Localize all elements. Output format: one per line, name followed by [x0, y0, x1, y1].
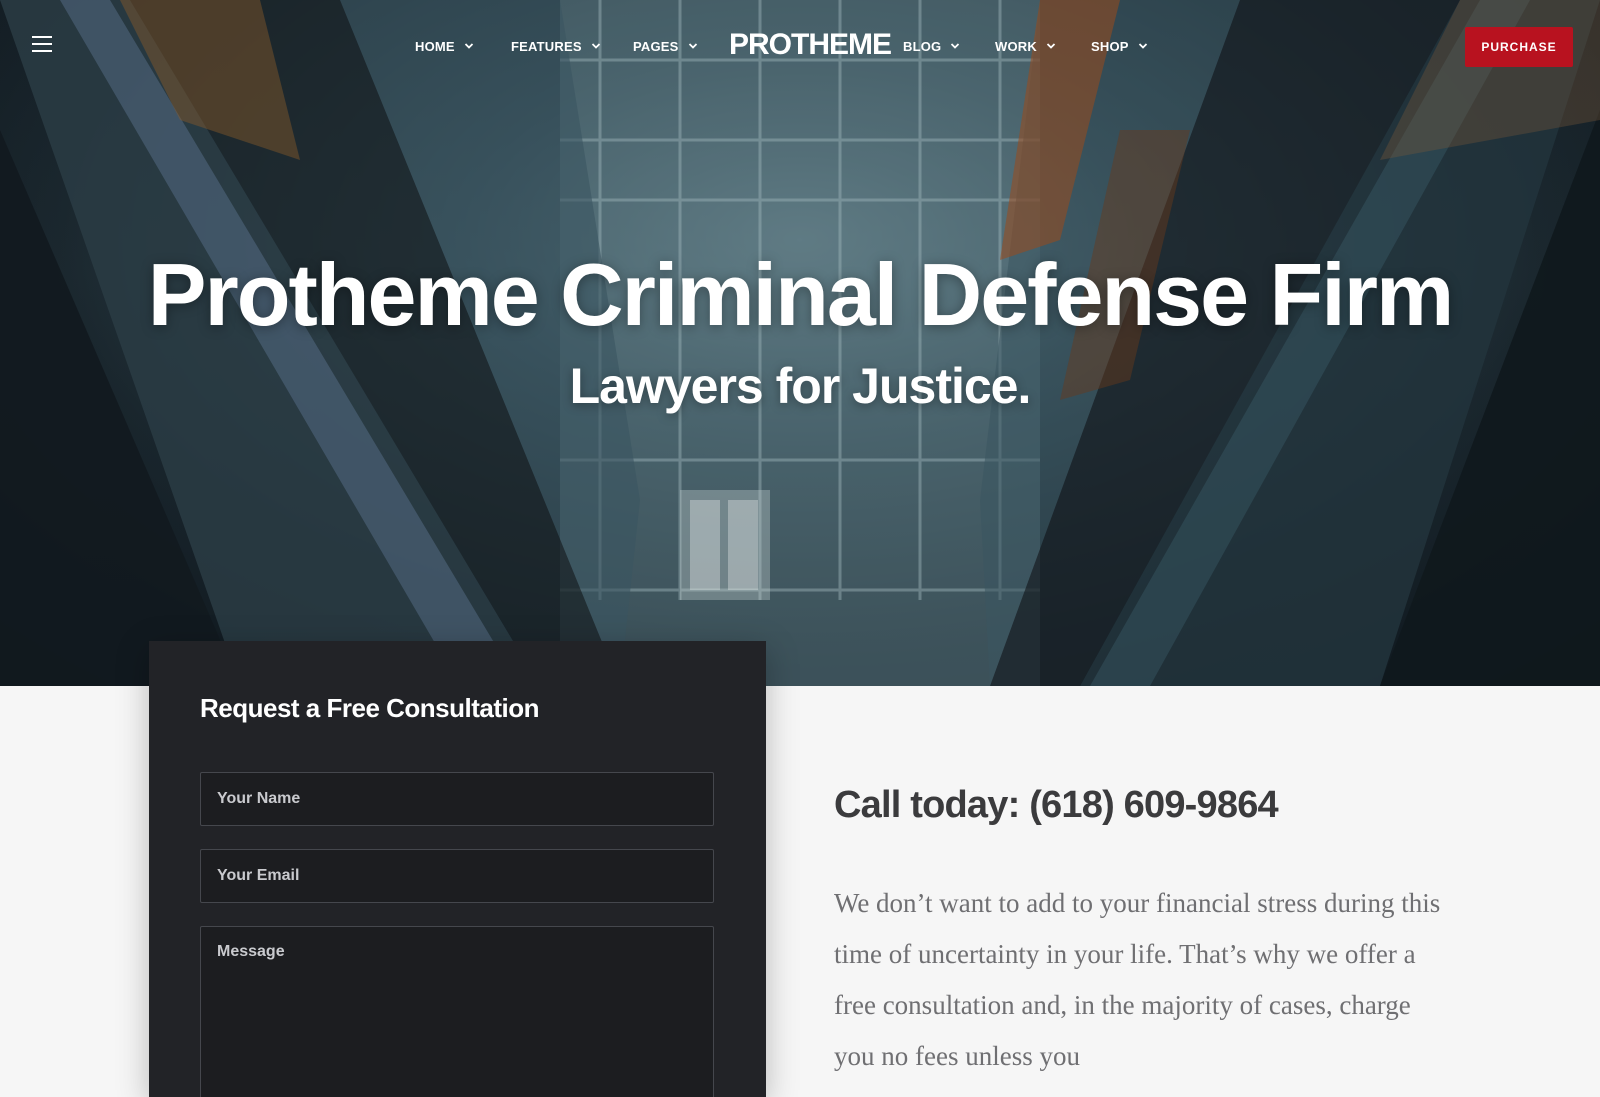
nav-item-label: FEATURES — [511, 38, 582, 54]
nav-item-shop[interactable]: SHOP — [1091, 36, 1148, 56]
nav-item-label: BLOG — [903, 38, 942, 54]
chevron-down-icon — [1138, 43, 1147, 49]
nav-item-label: WORK — [995, 38, 1037, 54]
nav-item-pages[interactable]: PAGES — [633, 36, 698, 56]
nav-item-features[interactable]: FEATURES — [511, 36, 601, 56]
email-input[interactable] — [200, 849, 714, 903]
nav-item-blog[interactable]: BLOG — [903, 36, 960, 56]
call-heading: Call today: (618) 609-9864 — [834, 784, 1279, 826]
message-textarea[interactable] — [200, 926, 714, 1097]
nav-item-work[interactable]: WORK — [995, 36, 1056, 56]
page: HOME FEATURES PAGES PROTHEME BLOG WORK S… — [0, 0, 1600, 1097]
hero-title: Protheme Criminal Defense Firm — [147, 245, 1454, 344]
name-input[interactable] — [200, 772, 714, 826]
hamburger-icon[interactable] — [32, 36, 52, 52]
nav-item-label: SHOP — [1091, 38, 1129, 54]
nav-item-home[interactable]: HOME — [415, 36, 474, 56]
site-logo[interactable]: PROTHEME — [729, 26, 892, 64]
chevron-down-icon — [464, 43, 473, 49]
nav-item-label: HOME — [415, 38, 455, 54]
hero-section: HOME FEATURES PAGES PROTHEME BLOG WORK S… — [0, 0, 1600, 686]
nav-item-label: PAGES — [633, 38, 679, 54]
consultation-form: Request a Free Consultation — [149, 641, 766, 1097]
top-nav: HOME FEATURES PAGES PROTHEME BLOG WORK S… — [0, 0, 1600, 90]
form-title: Request a Free Consultation — [200, 693, 540, 723]
chevron-down-icon — [951, 43, 960, 49]
chevron-down-icon — [591, 43, 600, 49]
chevron-down-icon — [1046, 43, 1056, 49]
hero-subtitle: Lawyers for Justice. — [569, 358, 1032, 414]
chevron-down-icon — [688, 43, 697, 49]
body-text: We don’t want to add to your financial s… — [834, 888, 1441, 1071]
purchase-button[interactable]: PURCHASE — [1465, 27, 1573, 67]
